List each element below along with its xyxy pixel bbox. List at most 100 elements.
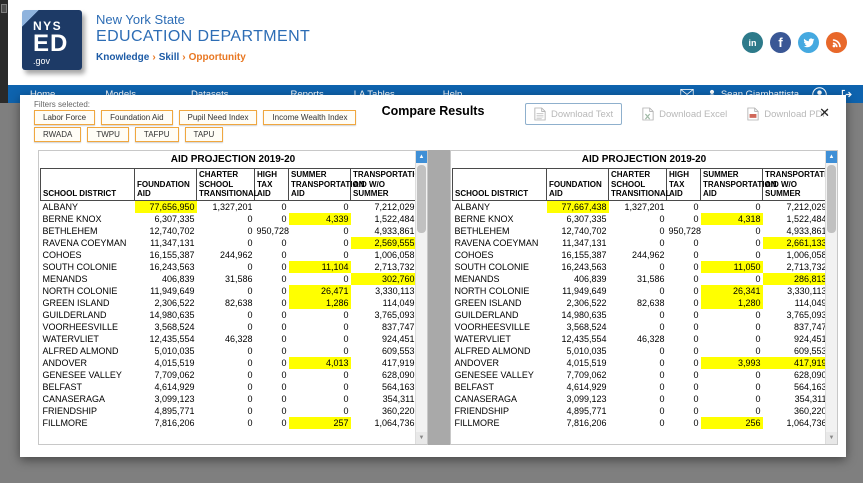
value-cell: 11,949,649 <box>135 285 197 297</box>
value-cell: 11,347,131 <box>135 237 197 249</box>
value-cell: 244,962 <box>197 249 255 261</box>
linkedin-letters: in <box>749 38 757 48</box>
value-cell: 0 <box>609 213 667 225</box>
value-cell: 0 <box>667 309 701 321</box>
value-cell: 2,306,522 <box>135 297 197 309</box>
value-cell: 0 <box>255 213 289 225</box>
scrollbar[interactable]: ▲ ▼ <box>415 151 427 444</box>
table-row: BETHLEHEM12,740,7020950,72804,933,861 <box>41 225 417 237</box>
linkedin-icon[interactable]: in <box>742 32 763 53</box>
download-excel-button[interactable]: Download Excel <box>642 107 727 121</box>
value-cell: 0 <box>701 345 763 357</box>
value-cell: 0 <box>255 200 289 213</box>
value-cell: 14,980,635 <box>547 309 609 321</box>
close-icon[interactable]: ✕ <box>819 106 830 119</box>
value-cell: 0 <box>609 345 667 357</box>
district-cell: BELFAST <box>453 381 547 393</box>
table-row: WATERVLIET12,435,55446,32800924,451 <box>41 333 417 345</box>
value-cell: 11,104 <box>289 261 351 273</box>
scroll-up-icon[interactable]: ▲ <box>416 151 427 163</box>
value-cell: 0 <box>667 213 701 225</box>
table-row: CANASERAGA3,099,123000354,311 <box>453 393 829 405</box>
table-row: FRIENDSHIP4,895,771000360,220 <box>41 405 417 417</box>
district-cell: RAVENA COEYMAN <box>41 237 135 249</box>
filter-chip-tapu[interactable]: TAPU <box>185 127 224 142</box>
table-divider <box>428 150 450 445</box>
district-cell: FILLMORE <box>453 417 547 429</box>
scrollbar-thumb[interactable] <box>827 165 836 233</box>
value-cell: 0 <box>289 249 351 261</box>
value-cell: 0 <box>197 417 255 429</box>
district-cell: FILLMORE <box>41 417 135 429</box>
value-cell: 7,816,206 <box>547 417 609 429</box>
table-row: ALFRED ALMOND5,010,035000609,553 <box>453 345 829 357</box>
nysed-logo[interactable]: NYS ED .gov <box>22 10 82 70</box>
value-cell: 360,220 <box>351 405 417 417</box>
value-cell: 950,728 <box>667 225 701 237</box>
org-title-block: New York State EDUCATION DEPARTMENT Know… <box>96 12 310 63</box>
value-cell: 12,435,554 <box>547 333 609 345</box>
value-cell: 7,709,062 <box>135 369 197 381</box>
value-cell: 0 <box>667 237 701 249</box>
scroll-up-icon[interactable]: ▲ <box>826 151 837 163</box>
facebook-icon[interactable]: f <box>770 32 791 53</box>
value-cell: 1,006,058 <box>351 249 417 261</box>
district-cell: ALFRED ALMOND <box>453 345 547 357</box>
value-cell: 3,568,524 <box>547 321 609 333</box>
value-cell: 0 <box>289 273 351 285</box>
district-cell: BETHLEHEM <box>41 225 135 237</box>
value-cell: 0 <box>289 309 351 321</box>
value-cell: 286,813 <box>763 273 829 285</box>
filter-chip-tafpu[interactable]: TAFPU <box>135 127 179 142</box>
value-cell: 3,568,524 <box>135 321 197 333</box>
scrollbar-thumb[interactable] <box>417 165 426 233</box>
value-cell: 564,163 <box>763 381 829 393</box>
value-cell: 0 <box>667 345 701 357</box>
value-cell: 0 <box>289 381 351 393</box>
twitter-icon[interactable] <box>798 32 819 53</box>
value-cell: 0 <box>609 261 667 273</box>
filter-chip-rwada[interactable]: RWADA <box>34 127 81 142</box>
value-cell: 0 <box>667 249 701 261</box>
value-cell: 12,740,702 <box>135 225 197 237</box>
scroll-down-icon[interactable]: ▼ <box>416 432 427 444</box>
district-cell: NORTH COLONIE <box>453 285 547 297</box>
value-cell: 0 <box>197 237 255 249</box>
value-cell: 0 <box>197 285 255 297</box>
value-cell: 0 <box>609 321 667 333</box>
value-cell: 0 <box>289 237 351 249</box>
table-row: RAVENA COEYMAN11,347,1310002,569,555 <box>41 237 417 249</box>
table-row: COHOES16,155,387244,962001,006,058 <box>453 249 829 261</box>
table-row: GUILDERLAND14,980,6350003,765,093 <box>453 309 829 321</box>
value-cell: 0 <box>197 321 255 333</box>
district-cell: SOUTH COLONIE <box>41 261 135 273</box>
scroll-down-icon[interactable]: ▼ <box>826 432 837 444</box>
download-text-button[interactable]: Download Text <box>525 103 622 125</box>
value-cell: 0 <box>289 200 351 213</box>
value-cell: 0 <box>255 417 289 429</box>
value-cell: 4,013 <box>289 357 351 369</box>
rss-icon[interactable] <box>826 32 847 53</box>
value-cell: 0 <box>667 200 701 213</box>
scrollbar[interactable]: ▲ ▼ <box>825 151 837 444</box>
value-cell: 0 <box>289 345 351 357</box>
value-cell: 950,728 <box>255 225 289 237</box>
value-cell: 2,661,133 <box>763 237 829 249</box>
value-cell: 31,586 <box>609 273 667 285</box>
district-cell: WATERVLIET <box>453 333 547 345</box>
table-row: BERNE KNOX6,307,335004,3391,522,484 <box>41 213 417 225</box>
value-cell: 0 <box>255 381 289 393</box>
value-cell: 1,280 <box>701 297 763 309</box>
value-cell: 16,155,387 <box>547 249 609 261</box>
value-cell: 0 <box>701 237 763 249</box>
value-cell: 0 <box>667 333 701 345</box>
value-cell: 417,919 <box>763 357 829 369</box>
download-pdf-button[interactable]: Download PDF <box>747 107 828 121</box>
filter-chip-twpu[interactable]: TWPU <box>87 127 129 142</box>
logo-text-ed: ED <box>33 33 82 55</box>
value-cell: 3,099,123 <box>135 393 197 405</box>
value-cell: 0 <box>255 309 289 321</box>
social-links: in f <box>742 32 847 53</box>
value-cell: 0 <box>289 225 351 237</box>
column-header: TRANSPORTATIONAID W/O SUMMER <box>351 169 417 201</box>
